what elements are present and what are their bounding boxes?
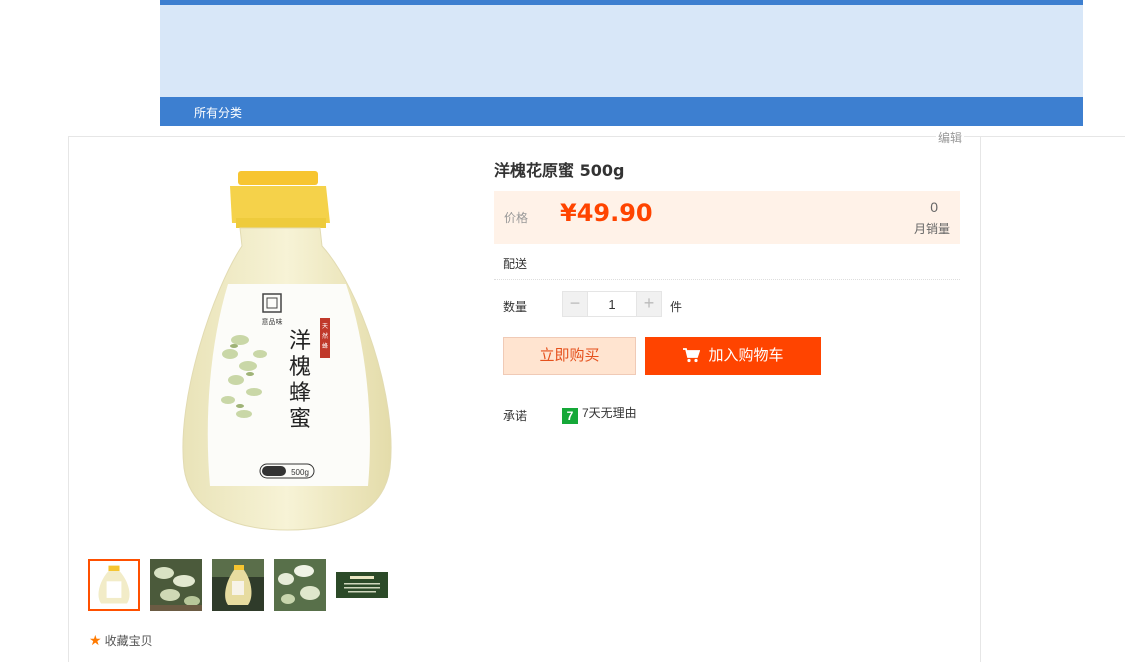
svg-text:槐: 槐: [289, 355, 311, 380]
price-box: 价格 ¥49.90 0 月销量: [494, 191, 960, 244]
quantity-input[interactable]: [587, 291, 637, 317]
promise-item[interactable]: 7 7天无理由: [562, 404, 637, 424]
quantity-unit: 件: [670, 300, 683, 314]
price-value: ¥49.90: [560, 199, 653, 227]
svg-text:蜂: 蜂: [322, 342, 328, 350]
svg-text:洋: 洋: [289, 329, 311, 354]
svg-text:天: 天: [322, 323, 328, 330]
thumbnail-4[interactable]: [274, 559, 326, 611]
thumbnail-3[interactable]: [212, 559, 264, 611]
plus-icon[interactable]: +: [636, 291, 662, 317]
shop-header: 所有分类: [160, 0, 1083, 126]
all-categories-link[interactable]: 所有分类: [194, 104, 242, 121]
shop-nav-bar: 所有分类: [160, 97, 1083, 126]
buy-now-button[interactable]: 立即购买: [503, 337, 636, 375]
monthly-sales-label: 月销量: [913, 222, 950, 236]
thumbnail-2[interactable]: [150, 559, 202, 611]
quantity-stepper: − +: [562, 291, 662, 317]
svg-text:蜂: 蜂: [289, 381, 311, 406]
thumbnail-1[interactable]: [88, 559, 140, 611]
svg-text:然: 然: [322, 332, 328, 340]
main-product-image: 意品味 天 然 蜂 洋 槐 蜂 蜜 500g: [170, 168, 406, 536]
add-to-cart-button[interactable]: 加入购物车: [645, 337, 821, 375]
monthly-sales-count: 0: [930, 199, 938, 215]
thumbnail-5[interactable]: [336, 559, 388, 611]
star-icon: ★: [89, 632, 102, 648]
header-top-line: [160, 0, 1083, 5]
promise-label: 承诺: [503, 409, 528, 423]
svg-text:蜜: 蜜: [289, 407, 311, 432]
svg-text:500g: 500g: [291, 468, 309, 477]
price-label: 价格: [504, 211, 529, 225]
edit-link[interactable]: 编辑: [936, 129, 965, 146]
favorite-label: 收藏宝贝: [104, 634, 153, 648]
add-to-cart-label: 加入购物车: [708, 347, 784, 364]
seven-day-icon: 7: [562, 408, 578, 424]
promise-text: 7天无理由: [582, 406, 637, 420]
favorite-button[interactable]: ★ 收藏宝贝: [89, 632, 153, 649]
minus-icon[interactable]: −: [562, 291, 588, 317]
quantity-label: 数量: [503, 300, 528, 314]
svg-text:意品味: 意品味: [262, 317, 283, 326]
divider-dotted: [494, 279, 960, 280]
shipping-label: 配送: [503, 257, 528, 271]
cart-icon: [682, 340, 701, 378]
product-title: 洋槐花原蜜 500g: [494, 161, 625, 180]
